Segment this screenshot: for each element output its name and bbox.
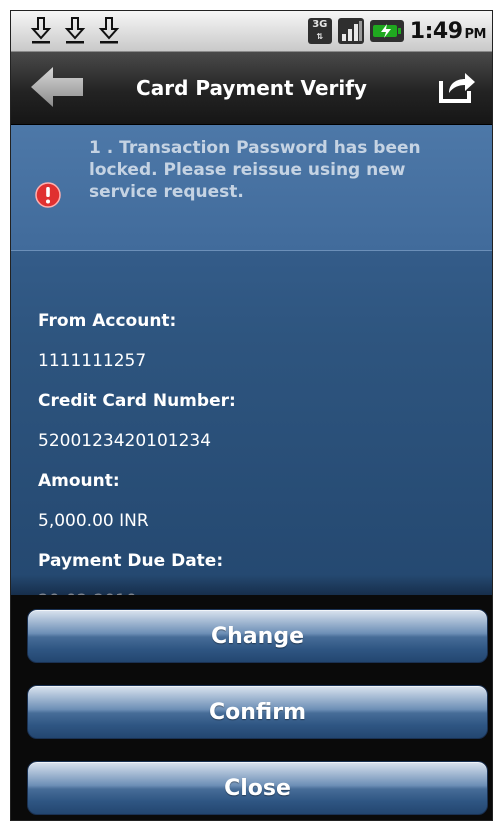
phone-screen: 3G ⇅ 1:49 PM Card Payment Verify 1 . Tra…: [10, 10, 493, 821]
scroll-fade: [11, 575, 492, 595]
3g-icon: 3G ⇅: [307, 18, 332, 44]
change-button[interactable]: Change: [27, 609, 488, 663]
download-icon: [30, 17, 52, 44]
button-area: Change Confirm Close: [11, 595, 492, 820]
time-text: 1:49: [409, 18, 463, 44]
content-area[interactable]: 1 . Transaction Password has been locked…: [11, 125, 492, 595]
share-icon: [439, 73, 475, 103]
title-bar: Card Payment Verify: [11, 52, 492, 125]
network-type: 3G: [312, 19, 328, 30]
signal-icon: [337, 18, 364, 44]
payment-details: From Account: 1111111257 Credit Card Num…: [38, 301, 468, 595]
confirm-button[interactable]: Confirm: [27, 685, 488, 739]
page-title: Card Payment Verify: [136, 76, 367, 100]
from-account-value: 1111111257: [38, 351, 147, 371]
status-bar: 3G ⇅ 1:49 PM: [11, 11, 492, 52]
alert-message: 1 . Transaction Password has been locked…: [89, 138, 421, 202]
download-icon: [98, 17, 120, 44]
back-button[interactable]: [25, 62, 89, 112]
from-account-label: From Account:: [38, 311, 177, 331]
card-number-value: 5200123420101234: [38, 431, 212, 451]
battery-icon: [369, 20, 404, 42]
close-button[interactable]: Close: [27, 761, 488, 815]
error-icon: [35, 182, 61, 208]
time-ampm: PM: [464, 26, 487, 42]
amount-label: Amount:: [38, 471, 120, 491]
share-button[interactable]: [432, 64, 482, 110]
back-arrow-icon: [31, 67, 83, 107]
amount-value: 5,000.00 INR: [38, 511, 149, 531]
download-icon: [64, 17, 86, 44]
card-number-label: Credit Card Number:: [38, 391, 236, 411]
error-alert: 1 . Transaction Password has been locked…: [11, 125, 492, 251]
status-time: 1:49 PM: [409, 18, 487, 44]
